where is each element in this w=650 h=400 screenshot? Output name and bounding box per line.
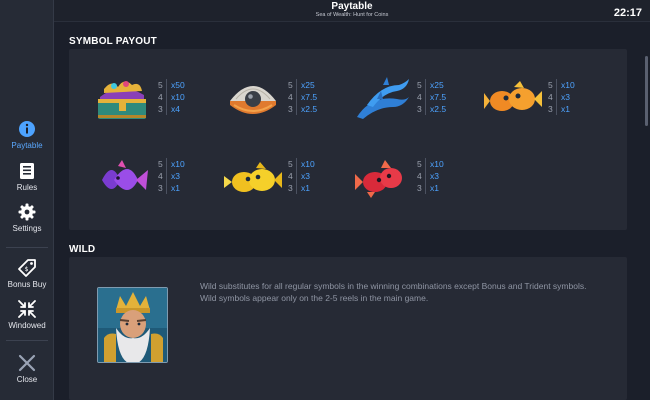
scrollbar[interactable] (645, 56, 648, 126)
payout-row: 4 x7.5 (288, 92, 318, 102)
payout-row: 4 x3 (548, 92, 570, 102)
page-title: Paytable (331, 1, 373, 12)
symbol-orange-fish: 5 x10 4 x3 3 x1 (484, 77, 614, 121)
payout-row: 5 x25 (288, 80, 315, 90)
info-icon (19, 121, 35, 137)
sidebar-item-windowed[interactable]: Windowed (0, 300, 54, 330)
payout-row: 3 x4 (158, 104, 180, 114)
section-title-wild: WILD (69, 244, 96, 255)
payout-table: 5 x10 4 x3 3 x1 (548, 79, 608, 115)
sidebar-item-label: Close (16, 375, 38, 384)
sidebar-divider (6, 247, 48, 248)
symbol-purple-fish: 5 x10 4 x3 3 x1 (94, 156, 224, 200)
treasure-chest-icon (98, 81, 146, 119)
top-bar: Paytable Sea of Wealth: Hunt for Coins 2… (54, 0, 650, 22)
section-title-symbol-payout: SYMBOL PAYOUT (69, 36, 157, 47)
payout-row: 5 x10 (288, 159, 315, 169)
yellow-fish-icon (224, 162, 282, 192)
symbol-dolphins: 5 x25 4 x7.5 3 x2.5 (353, 77, 483, 121)
sidebar-divider (6, 340, 48, 341)
symbol-payout-panel: 5 x50 4 x10 3 x4 5 x25 4 x7.5 3 x2.5 5 x… (69, 49, 627, 230)
sidebar-item-rules[interactable]: Rules (0, 162, 54, 192)
payout-row: 4 x7.5 (417, 92, 447, 102)
payout-row: 3 x1 (288, 183, 310, 193)
symbol-red-fish: 5 x10 4 x3 3 x1 (353, 156, 483, 200)
payout-row: 5 x25 (417, 80, 444, 90)
sidebar-item-label: Rules (16, 183, 38, 192)
wild-description: Wild substitutes for all regular symbols… (200, 281, 600, 304)
pearl-shell-icon (230, 86, 276, 114)
payout-row: 5 x50 (158, 80, 185, 90)
wild-description-line: Wild substitutes for all regular symbols… (200, 281, 587, 291)
wild-symbol-image (97, 287, 168, 363)
payout-table: 5 x10 4 x3 3 x1 (158, 158, 218, 194)
payout-table: 5 x10 4 x3 3 x1 (417, 158, 477, 194)
payout-row: 3 x1 (158, 183, 180, 193)
gear-icon (18, 203, 36, 221)
svg-text:$: $ (25, 266, 29, 273)
sidebar-item-label: Bonus Buy (7, 280, 47, 289)
clock: 22:17 (613, 7, 642, 19)
payout-row: 5 x10 (158, 159, 185, 169)
sidebar-item-label: Windowed (8, 321, 46, 330)
payout-table: 5 x25 4 x7.5 3 x2.5 (417, 79, 477, 115)
payout-row: 3 x1 (417, 183, 439, 193)
payout-table: 5 x10 4 x3 3 x1 (288, 158, 348, 194)
payout-table: 5 x25 4 x7.5 3 x2.5 (288, 79, 348, 115)
payout-row: 5 x10 (548, 80, 575, 90)
orange-fish-icon (484, 81, 542, 111)
wild-description-line: Wild symbols appear only on the 2-5 reel… (200, 292, 429, 303)
sidebar-item-bonus-buy[interactable]: $ Bonus Buy (0, 259, 54, 289)
red-fish-icon (355, 160, 402, 198)
dolphins-icon (357, 77, 409, 119)
poseidon-wild-icon (98, 288, 167, 362)
symbol-pearl-shell: 5 x25 4 x7.5 3 x2.5 (224, 77, 354, 121)
symbol-treasure-chest: 5 x50 4 x10 3 x4 (94, 77, 224, 121)
sidebar-item-settings[interactable]: Settings (0, 203, 54, 233)
sidebar: Paytable Rules Settings $ Bonus Buy Wind… (0, 0, 54, 400)
price-tag-icon: $ (18, 259, 36, 277)
payout-row: 3 x1 (548, 104, 570, 114)
rules-list-icon (20, 163, 34, 179)
payout-table: 5 x50 4 x10 3 x4 (158, 79, 218, 115)
sidebar-item-close[interactable]: Close (0, 354, 54, 384)
close-icon (18, 354, 36, 372)
payout-row: 3 x2.5 (288, 104, 318, 114)
payout-row: 3 x2.5 (417, 104, 447, 114)
game-name: Sea of Wealth: Hunt for Coins (315, 12, 389, 18)
payout-row: 5 x10 (417, 159, 444, 169)
symbol-yellow-fish: 5 x10 4 x3 3 x1 (224, 156, 354, 200)
windowed-arrows-icon (18, 300, 36, 318)
sidebar-item-paytable[interactable]: Paytable (0, 120, 54, 150)
sidebar-item-label: Paytable (11, 141, 43, 150)
payout-row: 4 x3 (288, 171, 310, 181)
sidebar-item-label: Settings (12, 224, 42, 233)
payout-row: 4 x3 (417, 171, 439, 181)
purple-fish-icon (102, 160, 148, 190)
wild-panel: Wild substitutes for all regular symbols… (69, 257, 627, 400)
payout-row: 4 x10 (158, 92, 185, 102)
payout-row: 4 x3 (158, 171, 180, 181)
